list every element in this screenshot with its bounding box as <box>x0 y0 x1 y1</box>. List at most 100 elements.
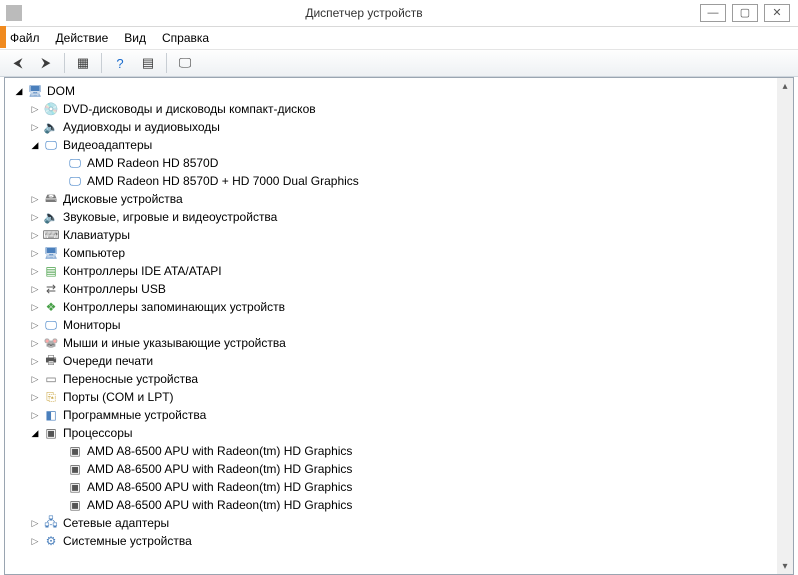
tree-node[interactable]: ▷⎘Порты (COM и LPT) <box>5 388 777 406</box>
software-icon: ◧ <box>43 407 59 423</box>
tree-node-label: Звуковые, игровые и видеоустройства <box>63 210 277 224</box>
tree-panel: ◢🖥DOM▷💿DVD-дисководы и дисководы компакт… <box>4 77 794 575</box>
tree-twisty-open-icon[interactable]: ◢ <box>29 427 41 439</box>
tree-twisty-closed-icon[interactable]: ▷ <box>29 265 41 277</box>
tree-node[interactable]: ▷▤Контроллеры IDE ATA/ATAPI <box>5 262 777 280</box>
accent-strip <box>0 26 6 48</box>
tree-twisty-closed-icon[interactable]: ▷ <box>29 247 41 259</box>
tree-node[interactable]: ▷▭Переносные устройства <box>5 370 777 388</box>
toolbar-separator <box>166 53 167 73</box>
monitor-icon: 🖵 <box>43 317 59 333</box>
tree-twisty-closed-icon[interactable]: ▷ <box>29 535 41 547</box>
tree-twisty-closed-icon[interactable]: ▷ <box>29 319 41 331</box>
tree-node-label: Контроллеры IDE ATA/ATAPI <box>63 264 222 278</box>
tree-node[interactable]: 🖵AMD Radeon HD 8570D <box>5 154 777 172</box>
back-button[interactable]: ⮜ <box>6 51 30 75</box>
tree-node-label: Очереди печати <box>63 354 153 368</box>
menu-file[interactable]: Файл <box>10 31 40 45</box>
tree-node-label: AMD A8-6500 APU with Radeon(tm) HD Graph… <box>87 498 352 512</box>
tree-twisty-open-icon[interactable]: ◢ <box>29 139 41 151</box>
tree-twisty-closed-icon[interactable]: ▷ <box>29 283 41 295</box>
window-controls: — ▢ ✕ <box>700 4 790 22</box>
audio-icon: 🔈 <box>43 209 59 225</box>
show-hide-tree-button[interactable]: ▦ <box>71 51 95 75</box>
tree-node[interactable]: ◢🖵 Видеоадаптеры <box>5 136 777 154</box>
tree-node-label: Клавиатуры <box>63 228 130 242</box>
device-tree[interactable]: ◢🖥DOM▷💿DVD-дисководы и дисководы компакт… <box>5 82 777 574</box>
minimize-button[interactable]: — <box>700 4 726 22</box>
vertical-scrollbar[interactable]: ▴ ▾ <box>777 78 793 574</box>
menu-action[interactable]: Действие <box>56 31 109 45</box>
tree-node[interactable]: ◢▣Процессоры <box>5 424 777 442</box>
tree-node-label: Системные устройства <box>63 534 192 548</box>
tree-node[interactable]: ▣AMD A8-6500 APU with Radeon(tm) HD Grap… <box>5 496 777 514</box>
scroll-down-icon[interactable]: ▾ <box>777 558 793 574</box>
tree-node[interactable]: ▷⌨Клавиатуры <box>5 226 777 244</box>
tree-twisty-none <box>53 157 65 169</box>
usb-icon: ⇄ <box>43 281 59 297</box>
tree-twisty-none <box>53 499 65 511</box>
tree-node[interactable]: ▣AMD A8-6500 APU with Radeon(tm) HD Grap… <box>5 460 777 478</box>
tree-node[interactable]: ▷❖ Контроллеры запоминающих устройств <box>5 298 777 316</box>
help-button[interactable]: ? <box>108 51 132 75</box>
printq-icon: 🖶 <box>43 353 59 369</box>
tree-node[interactable]: ◢🖥DOM <box>5 82 777 100</box>
tree-node[interactable]: ▷⇄ Контроллеры USB <box>5 280 777 298</box>
tree-twisty-closed-icon[interactable]: ▷ <box>29 355 41 367</box>
tree-node[interactable]: ▷🖵Мониторы <box>5 316 777 334</box>
tree-node-label: AMD A8-6500 APU with Radeon(tm) HD Graph… <box>87 480 352 494</box>
menu-help[interactable]: Справка <box>162 31 209 45</box>
tree-node-label: AMD Radeon HD 8570D <box>87 156 218 170</box>
tree-node-label: Компьютер <box>63 246 125 260</box>
tree-node-label: Порты (COM и LPT) <box>63 390 174 404</box>
tree-node[interactable]: ▷⚙ Системные устройства <box>5 532 777 550</box>
properties-button[interactable]: ▤ <box>136 51 160 75</box>
titlebar[interactable]: Диспетчер устройств — ▢ ✕ <box>0 0 798 27</box>
tree-twisty-closed-icon[interactable]: ▷ <box>29 517 41 529</box>
tree-twisty-closed-icon[interactable]: ▷ <box>29 301 41 313</box>
tree-node[interactable]: ▷🖧Сетевые адаптеры <box>5 514 777 532</box>
tree-node[interactable]: ▷💿DVD-дисководы и дисководы компакт-диск… <box>5 100 777 118</box>
tree-node[interactable]: ▷🔈Аудиовходы и аудиовыходы <box>5 118 777 136</box>
cpu-icon: ▣ <box>67 461 83 477</box>
tree-node[interactable]: ▷🖶 Очереди печати <box>5 352 777 370</box>
tree-twisty-open-icon[interactable]: ◢ <box>13 85 25 97</box>
tree-twisty-closed-icon[interactable]: ▷ <box>29 103 41 115</box>
disc-icon: 💿 <box>43 101 59 117</box>
sys-icon: ⚙ <box>43 533 59 549</box>
cpu-icon: ▣ <box>43 425 59 441</box>
tree-node[interactable]: ▷🐭Мыши и иные указывающие устройства <box>5 334 777 352</box>
toolbar-separator <box>64 53 65 73</box>
tree-twisty-closed-icon[interactable]: ▷ <box>29 337 41 349</box>
maximize-button[interactable]: ▢ <box>732 4 758 22</box>
menu-view[interactable]: Вид <box>124 31 146 45</box>
tree-twisty-closed-icon[interactable]: ▷ <box>29 229 41 241</box>
tree-node-label: Видеоадаптеры <box>63 138 152 152</box>
scan-hardware-button[interactable]: 🖵 <box>173 51 197 75</box>
display-icon: 🖵 <box>43 137 59 153</box>
tree-twisty-closed-icon[interactable]: ▷ <box>29 193 41 205</box>
storage-icon: ❖ <box>43 299 59 315</box>
tree-node[interactable]: ▷🖴Дисковые устройства <box>5 190 777 208</box>
scroll-up-icon[interactable]: ▴ <box>777 78 793 94</box>
tree-node-label: Переносные устройства <box>63 372 198 386</box>
tree-twisty-closed-icon[interactable]: ▷ <box>29 211 41 223</box>
tree-twisty-closed-icon[interactable]: ▷ <box>29 373 41 385</box>
tree-twisty-closed-icon[interactable]: ▷ <box>29 409 41 421</box>
window-root: Диспетчер устройств — ▢ ✕ Файл Действие … <box>0 0 798 574</box>
audio-icon: 🔈 <box>43 119 59 135</box>
tree-node[interactable]: ▷🔈 Звуковые, игровые и видеоустройства <box>5 208 777 226</box>
tree-node[interactable]: ▷🖥Компьютер <box>5 244 777 262</box>
tree-twisty-none <box>53 445 65 457</box>
forward-button[interactable]: ⮞ <box>34 51 58 75</box>
tree-node-label: Контроллеры USB <box>63 282 166 296</box>
tree-twisty-closed-icon[interactable]: ▷ <box>29 121 41 133</box>
tree-node[interactable]: ▷◧Программные устройства <box>5 406 777 424</box>
close-button[interactable]: ✕ <box>764 4 790 22</box>
tree-node[interactable]: ▣AMD A8-6500 APU with Radeon(tm) HD Grap… <box>5 478 777 496</box>
drive-icon: 🖴 <box>43 191 59 207</box>
tree-twisty-closed-icon[interactable]: ▷ <box>29 391 41 403</box>
tree-node[interactable]: ▣AMD A8-6500 APU with Radeon(tm) HD Grap… <box>5 442 777 460</box>
tree-node[interactable]: 🖵AMD Radeon HD 8570D + HD 7000 Dual Grap… <box>5 172 777 190</box>
tree-node-label: Контроллеры запоминающих устройств <box>63 300 285 314</box>
